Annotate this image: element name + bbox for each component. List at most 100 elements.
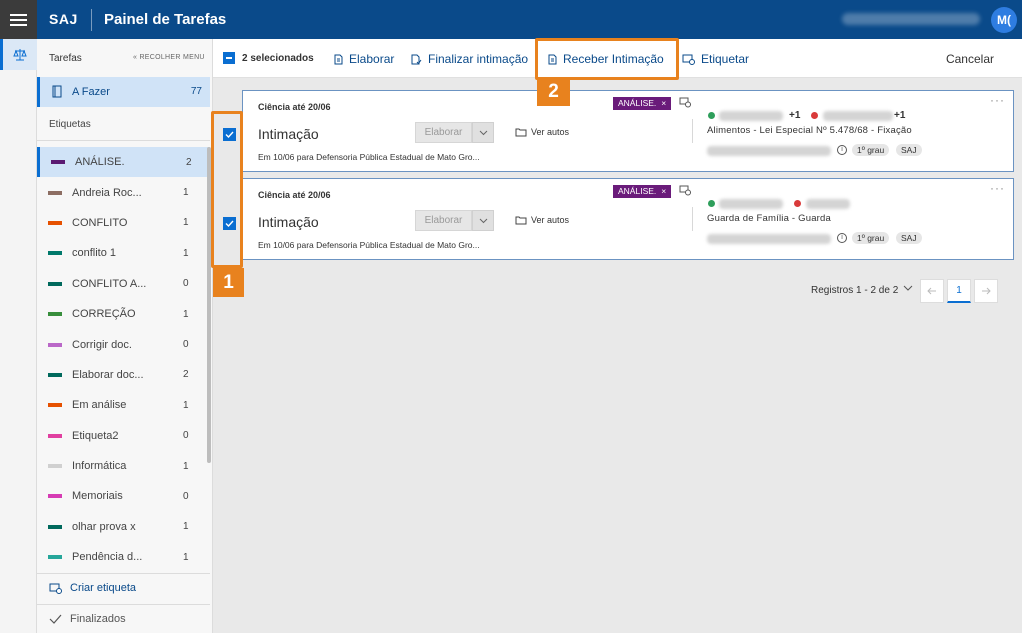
ciencia-date: Ciência até 20/06 <box>258 102 331 112</box>
label-name: Memoriais <box>72 490 123 503</box>
passive-party-icon <box>794 200 801 207</box>
scales-icon[interactable] <box>0 39 37 70</box>
elaborar-card-button[interactable]: Elaborar <box>415 122 472 143</box>
label-add-icon[interactable] <box>679 185 691 196</box>
label-count: 1 <box>183 551 189 563</box>
task-description: Em 10/06 para Defensoria Pública Estadua… <box>258 240 480 250</box>
collapse-menu-button[interactable]: « RECOLHER MENU <box>133 54 205 61</box>
sidebar-item-a-fazer[interactable]: A Fazer 77 <box>37 77 210 107</box>
label-name: ANÁLISE. <box>75 156 125 169</box>
task-description: Em 10/06 para Defensoria Pública Estadua… <box>258 152 480 162</box>
elaborar-button[interactable]: Elaborar <box>334 52 394 66</box>
label-count: 1 <box>183 217 189 229</box>
label-add-icon[interactable] <box>679 97 691 108</box>
label-color-swatch <box>48 342 62 347</box>
create-label-icon <box>49 583 62 594</box>
label-count: 1 <box>183 521 189 533</box>
elaborar-label: Elaborar <box>349 52 395 66</box>
label-color-swatch <box>48 403 62 408</box>
label-name: Etiqueta2 <box>72 429 119 442</box>
label-icon <box>682 54 695 65</box>
etiquetar-button[interactable]: Etiquetar <box>682 52 749 66</box>
sidebar-label-item[interactable]: CORREÇÃO 1 <box>37 299 210 329</box>
task-type: Intimação <box>258 126 319 142</box>
more-options-icon[interactable]: ··· <box>990 181 1005 195</box>
selected-count: 2 selecionados <box>242 53 314 64</box>
label-color-swatch <box>48 372 62 377</box>
page-button-current[interactable]: 1 <box>947 279 971 303</box>
label-color-swatch <box>48 281 62 286</box>
sidebar-label-item[interactable]: Em análise 1 <box>37 390 210 420</box>
sidebar-tarefas-heading: Tarefas <box>49 53 82 64</box>
label-tag[interactable]: ANÁLISE. × <box>613 97 672 110</box>
divider <box>692 207 693 231</box>
label-color-swatch <box>48 524 62 529</box>
party-name-redacted <box>823 111 893 121</box>
label-count: 1 <box>183 460 189 472</box>
sidebar-label-item[interactable]: Andreia Roc... 1 <box>37 177 210 207</box>
close-icon[interactable]: × <box>661 185 666 198</box>
ver-autos-link[interactable]: Ver autos <box>515 215 569 225</box>
sidebar-label-item[interactable]: Corrigir doc. 0 <box>37 329 210 359</box>
finalizados-text: Finalizados <box>70 613 126 625</box>
info-icon[interactable]: i <box>837 233 847 243</box>
elaborar-card-button[interactable]: Elaborar <box>415 210 472 231</box>
sidebar-label-item[interactable]: Elaborar doc... 2 <box>37 360 210 390</box>
sidebar-item-finalizados[interactable]: Finalizados <box>49 613 126 625</box>
task-card[interactable]: Ciência até 20/06 Intimação Elaborar Ver… <box>242 178 1014 260</box>
more-options-icon[interactable]: ··· <box>990 93 1005 107</box>
label-name: Andreia Roc... <box>72 186 142 199</box>
label-count: 1 <box>183 308 189 320</box>
chevron-down-icon <box>479 130 487 135</box>
label-count: 0 <box>183 278 189 290</box>
finalizar-label: Finalizar intimação <box>428 52 529 66</box>
sidebar-label-item[interactable]: olhar prova x 1 <box>37 512 210 542</box>
finalizar-intimacao-button[interactable]: Finalizar intimação <box>411 52 528 66</box>
system-chip: SAJ <box>896 144 922 156</box>
elaborar-dropdown[interactable] <box>472 122 494 143</box>
avatar[interactable]: M( <box>991 7 1017 33</box>
document-icon <box>334 54 343 64</box>
grau-chip: 1º grau <box>852 144 890 156</box>
sidebar-label-item[interactable]: ANÁLISE. 2 <box>37 147 210 178</box>
sidebar-label-item[interactable]: conflito 1 1 <box>37 238 210 268</box>
label-count: 0 <box>183 339 189 351</box>
menu-icon[interactable] <box>0 0 37 39</box>
create-label-button[interactable]: Criar etiqueta <box>49 582 136 594</box>
passive-party-icon <box>811 112 818 119</box>
callout-number-2: 2 <box>537 78 570 106</box>
label-tag[interactable]: ANÁLISE. × <box>613 185 672 198</box>
label-name: Elaborar doc... <box>72 368 144 381</box>
chevron-down-icon[interactable] <box>903 284 913 292</box>
label-count: 2 <box>186 156 192 168</box>
ver-autos-link[interactable]: Ver autos <box>515 127 569 137</box>
label-color-swatch <box>48 251 62 256</box>
close-icon[interactable]: × <box>661 97 666 110</box>
sidebar-label-item[interactable]: Memoriais 0 <box>37 481 210 511</box>
create-label-text: Criar etiqueta <box>70 582 137 594</box>
sidebar-label-item[interactable]: Informática 1 <box>37 451 210 481</box>
party-name-redacted <box>719 111 783 121</box>
info-icon[interactable]: i <box>837 145 847 155</box>
elaborar-dropdown[interactable] <box>472 210 494 231</box>
cancel-button[interactable]: Cancelar <box>946 52 994 66</box>
callout-box-1 <box>211 111 243 268</box>
sidebar-label-item[interactable]: CONFLITO A... 0 <box>37 269 210 299</box>
task-card[interactable]: Ciência até 20/06 Intimação Elaborar Ver… <box>242 90 1014 172</box>
arrow-left-icon <box>927 287 936 295</box>
sidebar-label-item[interactable]: Etiqueta2 0 <box>37 421 210 451</box>
top-bar: SAJ Painel de Tarefas M( <box>0 0 1022 39</box>
sidebar: Tarefas « RECOLHER MENU A Fazer 77 Etiqu… <box>37 39 213 633</box>
divider <box>692 119 693 143</box>
next-page-button[interactable] <box>974 279 998 303</box>
etiquetar-label: Etiquetar <box>701 52 750 66</box>
active-party-icon <box>708 200 715 207</box>
brand-logo[interactable]: SAJ <box>49 11 78 27</box>
select-all-checkbox[interactable] <box>223 52 235 64</box>
sidebar-label-item[interactable]: CONFLITO 1 <box>37 208 210 238</box>
divider <box>37 140 210 141</box>
divider <box>37 573 210 574</box>
previous-page-button[interactable] <box>920 279 944 303</box>
case-number-redacted <box>707 234 831 244</box>
sidebar-label-item[interactable]: Pendência d... 1 <box>37 542 210 572</box>
